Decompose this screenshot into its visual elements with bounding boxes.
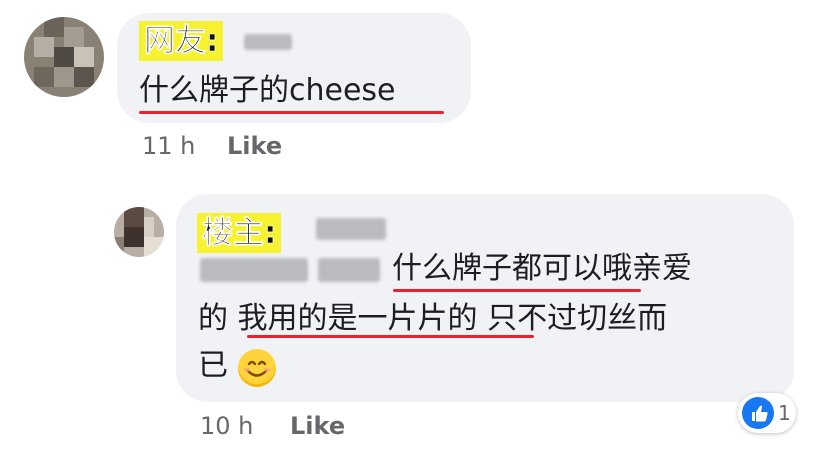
comment-text-line: 已	[198, 348, 228, 383]
like-thumb-icon	[742, 397, 774, 429]
reaction-summary[interactable]: 1	[738, 393, 796, 433]
pixelated-avatar-image	[114, 207, 164, 257]
blurred-username	[244, 34, 292, 50]
smiling-face-emoji-icon	[238, 349, 276, 387]
like-button[interactable]: Like	[290, 411, 345, 441]
blurred-username	[200, 258, 308, 282]
author-tag: 网友:	[139, 21, 224, 61]
comment-thread: 网友: 什么牌子的cheese 11 h Like 楼主: 什么牌子都可以哦亲爱…	[0, 0, 828, 449]
blurred-username	[318, 258, 380, 282]
blurred-username	[316, 218, 386, 240]
comment-text-line: 的 我用的是一片片的 只不过切丝而	[198, 301, 668, 336]
avatar[interactable]	[24, 17, 104, 97]
comment-timestamp: 10 h	[200, 412, 254, 440]
comment-text: 什么牌子的cheese	[139, 73, 396, 108]
like-button[interactable]: Like	[227, 131, 282, 161]
highlight-underline	[139, 111, 444, 114]
highlight-underline	[393, 289, 641, 292]
comment-text-line: 什么牌子都可以哦亲爱	[392, 251, 692, 286]
comment-timestamp: 11 h	[142, 132, 196, 160]
reaction-count: 1	[778, 401, 791, 425]
author-tag: 楼主:	[197, 213, 282, 253]
highlight-underline	[247, 335, 534, 338]
avatar[interactable]	[114, 207, 164, 257]
pixelated-avatar-image	[24, 17, 104, 97]
